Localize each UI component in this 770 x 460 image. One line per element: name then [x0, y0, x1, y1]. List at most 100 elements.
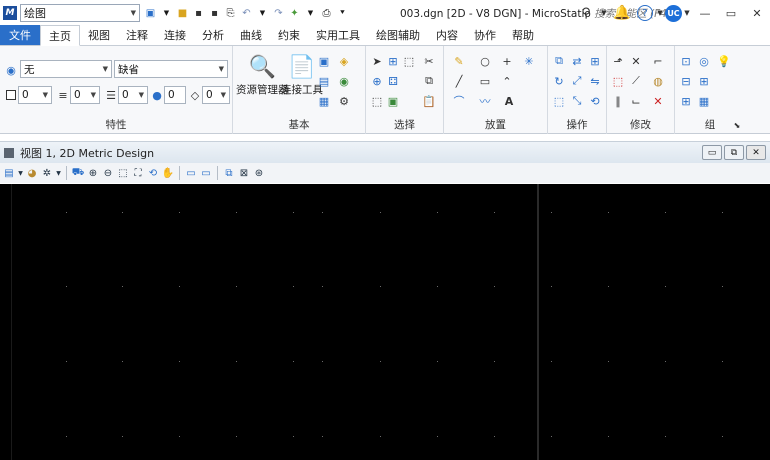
- element-selection-icon[interactable]: ➤: [370, 54, 384, 68]
- arc-icon[interactable]: ⌒: [452, 94, 466, 108]
- view-attributes-icon[interactable]: ▤: [2, 166, 16, 180]
- line-icon[interactable]: ╱: [452, 74, 466, 88]
- workspace-icon[interactable]: ▣: [144, 7, 157, 20]
- fillet-icon[interactable]: ⌐: [651, 54, 665, 68]
- tab-file[interactable]: 文件: [0, 25, 40, 45]
- move-icon[interactable]: ⇄: [570, 54, 584, 68]
- save-icon[interactable]: ▪: [192, 7, 205, 20]
- clear-selection-icon[interactable]: ⬚: [370, 94, 384, 108]
- raster-icon[interactable]: ▦: [317, 94, 331, 108]
- spin-icon[interactable]: ⟲: [588, 94, 602, 108]
- modify-element-icon[interactable]: ⬏: [611, 54, 625, 68]
- references-icon[interactable]: ▤: [317, 74, 331, 88]
- active-color-dropdown[interactable]: 0 ▼: [18, 86, 52, 104]
- close-button[interactable]: ✕: [744, 0, 770, 26]
- dropdown-arrow-icon[interactable]: ▼: [304, 7, 317, 20]
- star-icon[interactable]: ✳: [522, 54, 536, 68]
- tab-drawing-aids[interactable]: 绘图辅助: [368, 25, 428, 45]
- tab-curves[interactable]: 曲线: [232, 25, 270, 45]
- palette-icon[interactable]: ◍: [651, 74, 665, 88]
- print-icon[interactable]: ⎙: [320, 7, 333, 20]
- view-restore-button[interactable]: ⧉: [724, 145, 744, 160]
- paste-icon[interactable]: 📋: [422, 94, 436, 108]
- window-area-icon[interactable]: ⬚: [116, 166, 130, 180]
- copy-icon[interactable]: ⧉: [422, 74, 436, 88]
- tab-attach[interactable]: 连接: [156, 25, 194, 45]
- mirror-icon[interactable]: ⇋: [588, 74, 602, 88]
- redo-icon[interactable]: ↷: [272, 7, 285, 20]
- active-line-style-dropdown[interactable]: 0 ▼: [70, 86, 100, 104]
- tab-constraints[interactable]: 约束: [270, 25, 308, 45]
- break-icon[interactable]: ⌙: [629, 94, 643, 108]
- dropdown-arrow-icon[interactable]: ▼: [682, 0, 692, 26]
- chevron-icon[interactable]: ⌃: [500, 74, 514, 88]
- user-avatar[interactable]: UC: [665, 4, 682, 22]
- view-system-menu-icon[interactable]: [4, 147, 14, 158]
- tab-utilities[interactable]: 实用工具: [308, 25, 368, 45]
- pin-icon[interactable]: ✦: [288, 7, 301, 20]
- minimize-button[interactable]: —: [692, 0, 718, 26]
- dropdown-arrow-icon[interactable]: ▼: [599, 0, 609, 26]
- active-level-dropdown[interactable]: 无 ▼: [20, 60, 112, 78]
- tab-content[interactable]: 内容: [428, 25, 466, 45]
- tab-view[interactable]: 视图: [80, 25, 118, 45]
- view-splitter[interactable]: [537, 184, 539, 460]
- lightbulb-icon[interactable]: 💡: [717, 54, 731, 68]
- select-all-icon[interactable]: ⊕: [370, 74, 384, 88]
- align-icon[interactable]: ⬚: [552, 94, 566, 108]
- smartline-icon[interactable]: ✎: [452, 54, 466, 68]
- dropdown-arrow-icon[interactable]: ▼: [655, 0, 665, 26]
- open-folder-icon[interactable]: ■: [176, 7, 189, 20]
- trim-icon[interactable]: ✕: [629, 54, 643, 68]
- dropdown-arrow-icon[interactable]: ▼: [55, 166, 62, 180]
- scale-icon[interactable]: ⤢: [570, 74, 584, 88]
- view-minimize-button[interactable]: ▭: [702, 145, 722, 160]
- copy-element-icon[interactable]: ⧉: [552, 54, 566, 68]
- save-settings-icon[interactable]: ▪: [208, 7, 221, 20]
- fence-icon[interactable]: ⬚: [402, 54, 416, 68]
- model-icon[interactable]: ▣: [317, 54, 331, 68]
- search-icon[interactable]: ⚲: [573, 0, 599, 26]
- view-previous-icon[interactable]: ▭: [184, 166, 198, 180]
- rotate-icon[interactable]: ↻: [552, 74, 566, 88]
- invert-selection-icon[interactable]: ▣: [386, 94, 400, 108]
- pan-view-icon[interactable]: ✋: [161, 166, 175, 180]
- zoom-in-icon[interactable]: ⊕: [86, 166, 100, 180]
- zoom-out-icon[interactable]: ⊖: [101, 166, 115, 180]
- lighting-icon[interactable]: ✲: [40, 166, 54, 180]
- level-manager-icon[interactable]: ◉: [337, 74, 351, 88]
- workflow-dropdown[interactable]: 绘图 ▼: [20, 4, 140, 22]
- dialog-launcher-icon[interactable]: ⬊: [730, 118, 744, 132]
- dropdown-arrow-icon[interactable]: ▼: [256, 7, 269, 20]
- level-display-icon[interactable]: ◉: [4, 63, 18, 77]
- notification-bell-icon[interactable]: 🔔: [609, 0, 635, 26]
- parallel-icon[interactable]: ∥: [611, 94, 625, 108]
- circle-icon[interactable]: ○: [478, 54, 492, 68]
- drawing-canvas[interactable]: [0, 184, 770, 460]
- help-icon[interactable]: ?: [635, 0, 655, 26]
- settings-icon[interactable]: ⚙: [337, 94, 351, 108]
- priority-dropdown[interactable]: 0 ▼: [202, 86, 230, 104]
- rectangle-icon[interactable]: ▭: [478, 74, 492, 88]
- active-line-weight-dropdown[interactable]: 0 ▼: [118, 86, 148, 104]
- cell-icon[interactable]: ⊟: [679, 74, 693, 88]
- group-select-icon[interactable]: ⚃: [386, 74, 400, 88]
- text-icon[interactable]: A: [502, 94, 516, 108]
- view-close-button[interactable]: ✕: [746, 145, 766, 160]
- element-template-dropdown[interactable]: 缺省 ▼: [114, 60, 228, 78]
- tab-collaborate[interactable]: 协作: [466, 25, 504, 45]
- layers-icon[interactable]: ◈: [337, 54, 351, 68]
- drop-icon[interactable]: ⊞: [697, 74, 711, 88]
- more-icon[interactable]: ⯆: [336, 7, 349, 20]
- cut-icon[interactable]: ✂: [422, 54, 436, 68]
- transparency-dropdown[interactable]: 0: [164, 86, 186, 104]
- tab-home[interactable]: 主页: [40, 25, 80, 46]
- microstation-logo-icon[interactable]: M: [3, 6, 17, 20]
- fit-view-icon[interactable]: ⛶: [131, 166, 145, 180]
- ungroup-icon[interactable]: ◎: [697, 54, 711, 68]
- view-next-icon[interactable]: ▭: [199, 166, 213, 180]
- dropdown-arrow-icon[interactable]: ▼: [17, 166, 24, 180]
- delete-vertex-icon[interactable]: ⬚: [611, 74, 625, 88]
- display-style-icon[interactable]: ◕: [25, 166, 39, 180]
- delete-icon[interactable]: ✕: [651, 94, 665, 108]
